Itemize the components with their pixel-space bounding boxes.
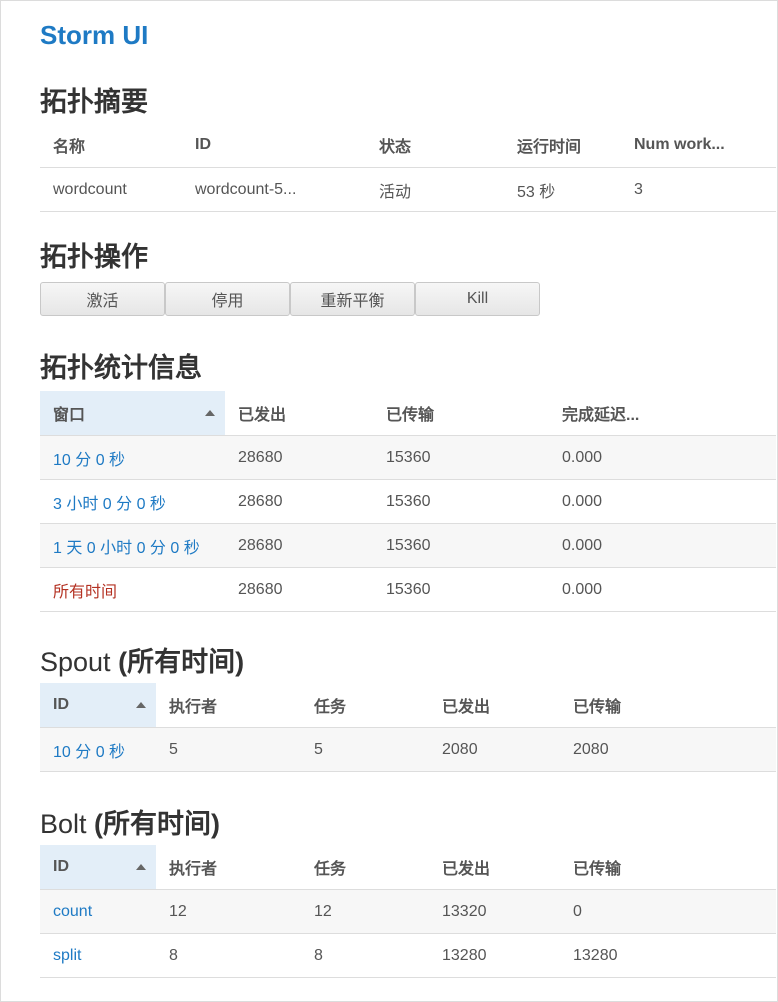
- bolt-link-split[interactable]: split: [53, 947, 81, 964]
- window-link-all-time[interactable]: 所有时间: [53, 584, 117, 601]
- stats-header-row: 窗口 已发出 已传输 完成延迟...: [40, 391, 776, 436]
- col-executors[interactable]: 执行者: [156, 845, 301, 890]
- app-title[interactable]: Storm UI: [40, 20, 148, 51]
- col-window[interactable]: 窗口: [40, 391, 225, 436]
- actions-heading: 拓扑操作: [40, 242, 148, 272]
- action-buttons: 激活 停用 重新平衡 Kill: [40, 282, 540, 316]
- activate-button[interactable]: 激活: [40, 282, 165, 316]
- col-num-workers[interactable]: Num work...: [621, 123, 776, 168]
- col-tasks[interactable]: 任务: [301, 683, 429, 728]
- window-link-3h[interactable]: 3 小时 0 分 0 秒: [53, 496, 166, 513]
- table-row: wordcount wordcount-5... 活动 53 秒 3: [40, 167, 776, 212]
- summary-heading: 拓扑摘要: [40, 87, 148, 117]
- table-row: 1 天 0 小时 0 分 0 秒 28680 15360 0.000: [40, 523, 776, 568]
- transferred-cell: 13280: [560, 933, 776, 978]
- emitted-cell: 13320: [429, 889, 560, 934]
- table-row: 3 小时 0 分 0 秒 28680 15360 0.000: [40, 479, 776, 524]
- col-transferred[interactable]: 已传输: [560, 683, 776, 728]
- table-row: 10 分 0 秒 28680 15360 0.000: [40, 435, 776, 480]
- col-spout-id[interactable]: ID: [40, 683, 156, 728]
- window-cell: 3 小时 0 分 0 秒: [40, 479, 225, 524]
- latency-cell: 0.000: [549, 523, 776, 568]
- table-row: 10 分 0 秒 5 5 2080 2080: [40, 727, 776, 772]
- bolt-heading-sub: (所有时间): [94, 809, 221, 839]
- bolt-id-cell: count: [40, 889, 156, 934]
- emitted-cell: 13280: [429, 933, 560, 978]
- spout-id-cell: 10 分 0 秒: [40, 727, 156, 772]
- transferred-cell: 0: [560, 889, 776, 934]
- sort-ascending-icon: [136, 864, 146, 870]
- topology-id: wordcount-5...: [182, 167, 366, 212]
- latency-cell: 0.000: [549, 435, 776, 480]
- window-link-1d[interactable]: 1 天 0 小时 0 分 0 秒: [53, 540, 200, 557]
- executors-cell: 12: [156, 889, 301, 934]
- summary-table: 名称 ID 状态 运行时间 Num work... wordcount word…: [40, 123, 776, 212]
- sort-ascending-icon: [205, 410, 215, 416]
- transferred-cell: 2080: [560, 727, 776, 772]
- topology-name: wordcount: [40, 167, 182, 212]
- bolt-table: ID 执行者 任务 已发出 已传输 count 12 12 13320 0 sp…: [40, 845, 776, 978]
- executors-cell: 8: [156, 933, 301, 978]
- latency-cell: 0.000: [549, 479, 776, 524]
- spout-heading-main: Spout: [40, 647, 111, 677]
- topology-uptime: 53 秒: [504, 167, 621, 212]
- summary-header-row: 名称 ID 状态 运行时间 Num work...: [40, 123, 776, 168]
- col-complete-latency[interactable]: 完成延迟...: [549, 391, 776, 436]
- col-executors[interactable]: 执行者: [156, 683, 301, 728]
- bolt-id-cell: split: [40, 933, 156, 978]
- emitted-cell: 28680: [225, 523, 373, 568]
- window-link-10m[interactable]: 10 分 0 秒: [53, 452, 125, 469]
- col-id[interactable]: ID: [182, 123, 366, 168]
- window-cell: 10 分 0 秒: [40, 435, 225, 480]
- table-row: split 8 8 13280 13280: [40, 933, 776, 978]
- transferred-cell: 15360: [373, 435, 549, 480]
- latency-cell: 0.000: [549, 567, 776, 612]
- emitted-cell: 28680: [225, 435, 373, 480]
- executors-cell: 5: [156, 727, 301, 772]
- table-row: count 12 12 13320 0: [40, 889, 776, 934]
- kill-button[interactable]: Kill: [415, 282, 540, 316]
- tasks-cell: 5: [301, 727, 429, 772]
- tasks-cell: 12: [301, 889, 429, 934]
- topology-status: 活动: [366, 167, 504, 212]
- col-uptime[interactable]: 运行时间: [504, 123, 621, 168]
- spout-heading-sub: (所有时间): [118, 647, 245, 677]
- emitted-cell: 2080: [429, 727, 560, 772]
- col-emitted[interactable]: 已发出: [225, 391, 373, 436]
- tasks-cell: 8: [301, 933, 429, 978]
- sort-ascending-icon: [136, 702, 146, 708]
- stats-table: 窗口 已发出 已传输 完成延迟... 10 分 0 秒 28680 15360 …: [40, 391, 776, 612]
- emitted-cell: 28680: [225, 479, 373, 524]
- window-cell: 1 天 0 小时 0 分 0 秒: [40, 523, 225, 568]
- col-bolt-id[interactable]: ID: [40, 845, 156, 890]
- col-spout-id-label: ID: [53, 696, 69, 713]
- col-transferred[interactable]: 已传输: [373, 391, 549, 436]
- stats-heading: 拓扑统计信息: [40, 353, 202, 383]
- table-row: 所有时间 28680 15360 0.000: [40, 567, 776, 612]
- transferred-cell: 15360: [373, 567, 549, 612]
- window-cell: 所有时间: [40, 567, 225, 612]
- transferred-cell: 15360: [373, 523, 549, 568]
- topology-workers: 3: [621, 167, 776, 212]
- deactivate-button[interactable]: 停用: [165, 282, 290, 316]
- col-window-label: 窗口: [53, 407, 86, 424]
- spout-link[interactable]: 10 分 0 秒: [53, 744, 125, 761]
- col-name[interactable]: 名称: [40, 123, 182, 168]
- spout-header-row: ID 执行者 任务 已发出 已传输: [40, 683, 776, 728]
- col-transferred[interactable]: 已传输: [560, 845, 776, 890]
- transferred-cell: 15360: [373, 479, 549, 524]
- rebalance-button[interactable]: 重新平衡: [290, 282, 415, 316]
- spout-table: ID 执行者 任务 已发出 已传输 10 分 0 秒 5 5 2080 2080: [40, 683, 776, 772]
- bolt-header-row: ID 执行者 任务 已发出 已传输: [40, 845, 776, 890]
- col-tasks[interactable]: 任务: [301, 845, 429, 890]
- bolt-heading-main: Bolt: [40, 809, 87, 839]
- bolt-heading: Bolt (所有时间): [40, 802, 220, 841]
- emitted-cell: 28680: [225, 567, 373, 612]
- spout-heading: Spout (所有时间): [40, 640, 244, 679]
- col-status[interactable]: 状态: [366, 123, 504, 168]
- col-emitted[interactable]: 已发出: [429, 683, 560, 728]
- bolt-link-count[interactable]: count: [53, 903, 92, 920]
- col-emitted[interactable]: 已发出: [429, 845, 560, 890]
- col-bolt-id-label: ID: [53, 858, 69, 875]
